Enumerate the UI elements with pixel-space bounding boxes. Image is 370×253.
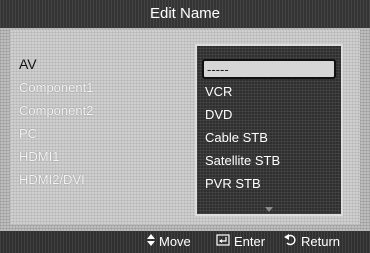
- source-item-hdmi2-dvi[interactable]: HDMI2/DVI: [19, 168, 189, 191]
- move-label: Move: [159, 234, 191, 249]
- option-vcr[interactable]: VCR: [205, 81, 337, 103]
- enter-key-svg: [216, 234, 230, 246]
- up-down-arrows-icon: [147, 231, 155, 253]
- return-arrow-icon: [284, 231, 297, 253]
- source-item-component2[interactable]: Component2: [19, 99, 189, 122]
- option-satellite-stb[interactable]: Satellite STB: [205, 150, 337, 172]
- return-label: Return: [301, 234, 341, 249]
- name-dropdown[interactable]: ----- VCR DVD Cable STB Satellite STB PV…: [195, 44, 343, 216]
- enter-label: Enter: [234, 234, 266, 249]
- option-dvd[interactable]: DVD: [205, 104, 337, 126]
- title-bar: Edit Name: [0, 0, 370, 28]
- up-down-arrows-svg: [147, 234, 155, 246]
- move-hint: Move: [147, 231, 191, 253]
- footer-bar: Move Enter Return: [0, 231, 370, 253]
- option-blank[interactable]: -----: [202, 59, 336, 79]
- triangle-down-icon[interactable]: [265, 207, 273, 212]
- enter-key-icon: [216, 231, 230, 253]
- edit-name-screen: Edit Name AV Component1 Component2 PC HD…: [0, 0, 370, 253]
- return-arrow-svg: [284, 234, 296, 246]
- return-hint: Return: [284, 231, 340, 253]
- enter-hint: Enter: [216, 231, 265, 253]
- source-item-pc[interactable]: PC: [19, 122, 189, 145]
- dialog-title: Edit Name: [149, 5, 221, 22]
- source-item-hdmi1[interactable]: HDMI1: [19, 145, 189, 168]
- option-cable-stb[interactable]: Cable STB: [205, 127, 337, 149]
- source-item-component1[interactable]: Component1: [19, 76, 189, 99]
- source-list: AV Component1 Component2 PC HDMI1 HDMI2/…: [19, 53, 189, 191]
- source-item-av[interactable]: AV: [19, 53, 189, 76]
- option-pvr-stb[interactable]: PVR STB: [205, 173, 337, 195]
